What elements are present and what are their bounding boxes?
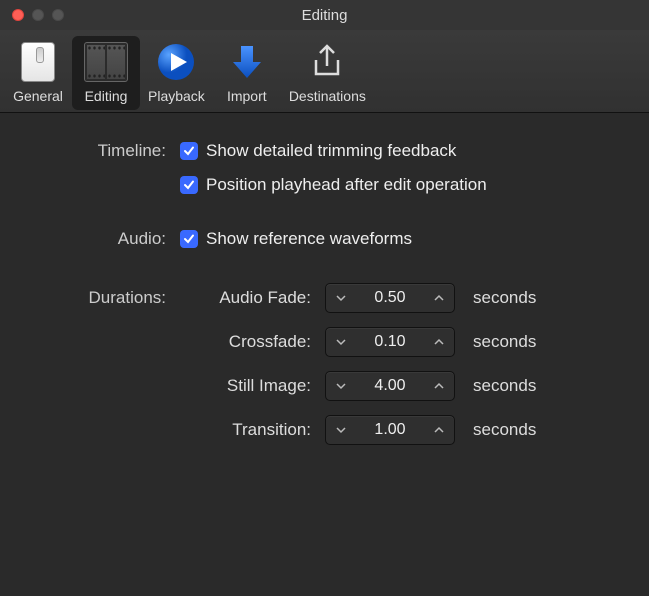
import-icon [225,40,269,84]
detailed-trimming-checkbox[interactable] [180,142,198,160]
window-controls [0,9,64,21]
reference-waveforms-label: Show reference waveforms [206,229,412,249]
chevron-up-icon[interactable] [424,372,454,400]
chevron-down-icon[interactable] [326,328,356,356]
preferences-toolbar: General Editing Playback [0,30,649,113]
still-image-unit: seconds [473,376,536,396]
chevron-up-icon[interactable] [424,416,454,444]
tab-destinations-label: Destinations [289,88,366,104]
tab-general-label: General [13,88,63,104]
tab-import[interactable]: Import [213,36,281,110]
transition-stepper[interactable]: 1.00 [325,415,455,445]
editing-icon [84,40,128,84]
window-title: Editing [0,7,649,24]
timeline-label: Timeline: [30,141,180,161]
audio-fade-value: 0.50 [356,289,424,307]
tab-editing-label: Editing [85,88,128,104]
audio-fade-label: Audio Fade: [180,288,325,308]
position-playhead-label: Position playhead after edit operation [206,175,487,195]
crossfade-stepper[interactable]: 0.10 [325,327,455,357]
transition-unit: seconds [473,420,536,440]
chevron-down-icon[interactable] [326,416,356,444]
position-playhead-checkbox[interactable] [180,176,198,194]
still-image-value: 4.00 [356,377,424,395]
tab-editing[interactable]: Editing [72,36,140,110]
playback-icon [154,40,198,84]
zoom-window-button[interactable] [52,9,64,21]
chevron-up-icon[interactable] [424,328,454,356]
crossfade-value: 0.10 [356,333,424,351]
general-icon [16,40,60,84]
reference-waveforms-checkbox[interactable] [180,230,198,248]
tab-general[interactable]: General [4,36,72,110]
durations-label: Durations: [30,288,180,308]
detailed-trimming-label: Show detailed trimming feedback [206,141,456,161]
audio-label: Audio: [30,229,180,249]
tab-playback[interactable]: Playback [140,36,213,110]
crossfade-label: Crossfade: [180,332,325,352]
chevron-down-icon[interactable] [326,284,356,312]
transition-value: 1.00 [356,421,424,439]
audio-fade-stepper[interactable]: 0.50 [325,283,455,313]
tab-import-label: Import [227,88,267,104]
audio-fade-unit: seconds [473,288,536,308]
titlebar: Editing [0,0,649,30]
tab-destinations[interactable]: Destinations [281,36,374,110]
editing-pane: Timeline: Show detailed trimming feedbac… [0,113,649,596]
chevron-up-icon[interactable] [424,284,454,312]
still-image-stepper[interactable]: 4.00 [325,371,455,401]
transition-label: Transition: [180,420,325,440]
close-window-button[interactable] [12,9,24,21]
chevron-down-icon[interactable] [326,372,356,400]
destinations-icon [305,40,349,84]
minimize-window-button[interactable] [32,9,44,21]
preferences-window: Editing General Editing Playback [0,0,649,596]
tab-playback-label: Playback [148,88,205,104]
still-image-label: Still Image: [180,376,325,396]
crossfade-unit: seconds [473,332,536,352]
